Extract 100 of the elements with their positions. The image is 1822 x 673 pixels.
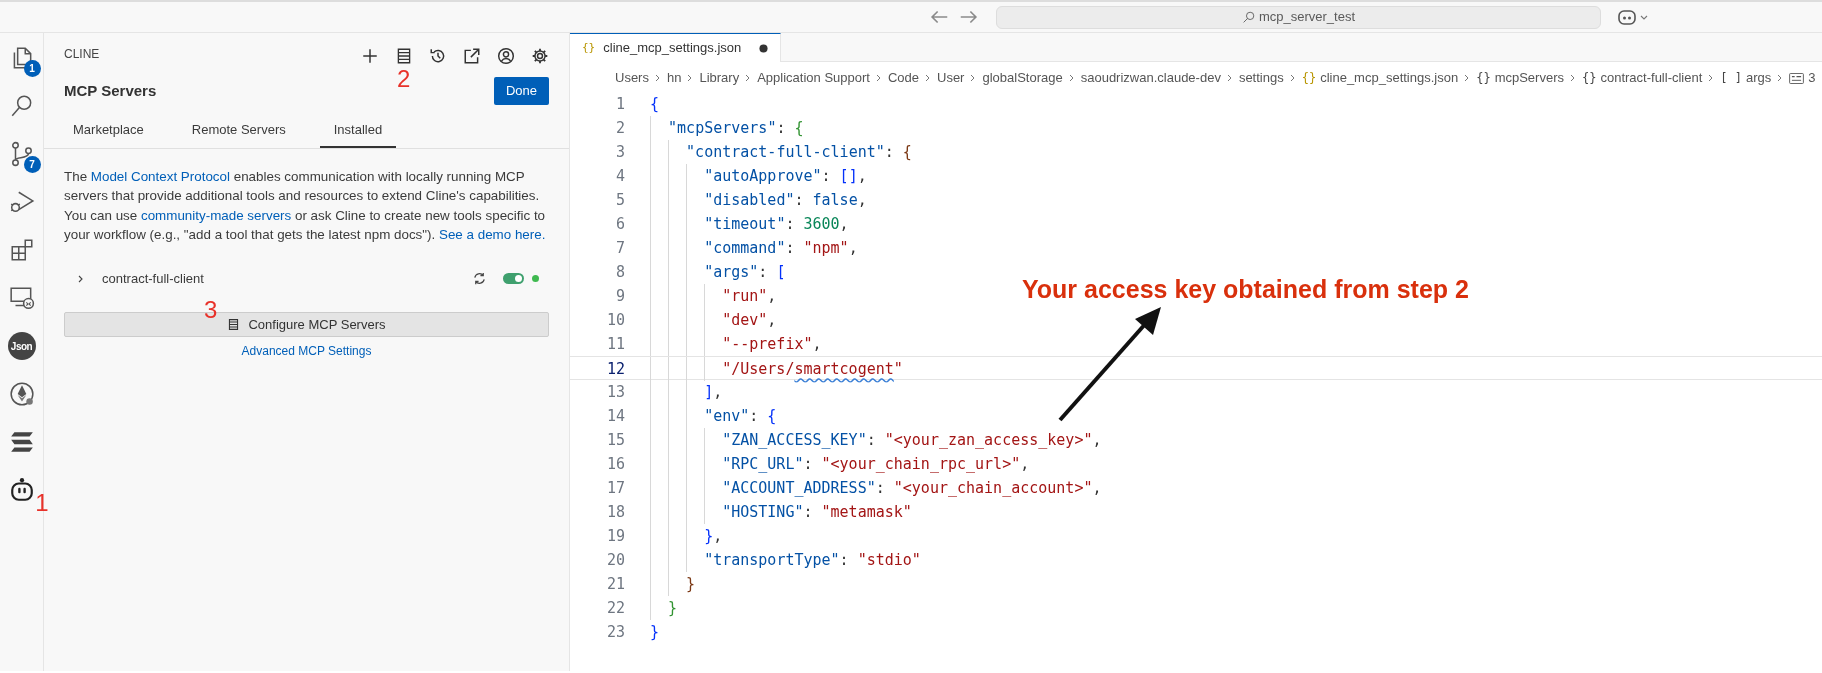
line-number: 18: [605, 502, 625, 523]
code-line: "contract-full-client": {: [650, 140, 912, 164]
remote-explorer-icon[interactable]: [8, 285, 35, 311]
notification-badge: 1: [23, 60, 41, 77]
advanced-settings-link[interactable]: Advanced MCP Settings: [241, 344, 372, 359]
line-number: 16: [605, 454, 625, 475]
stacked-bars-icon[interactable]: [8, 429, 35, 455]
panel-tab[interactable]: Installed: [319, 112, 397, 148]
settings-icon[interactable]: [531, 46, 549, 65]
extensions-icon[interactable]: [8, 237, 35, 263]
code-line: ],: [650, 380, 723, 404]
code-line: "command": "npm",: [650, 236, 858, 260]
json-icon[interactable]: Json: [7, 332, 36, 360]
command-center[interactable]: mcp_server_test: [996, 5, 1601, 29]
step-number: 2: [397, 67, 411, 91]
annotation-text: Your access key obtained from step 2: [1022, 274, 1469, 305]
breadcrumb-item[interactable]: [ ] args: [1720, 68, 1772, 88]
line-number: 13: [605, 382, 625, 403]
ethereum-icon[interactable]: [8, 381, 35, 407]
code-line: "env": {: [650, 404, 777, 428]
line-number: 15: [605, 430, 625, 451]
code-line: "ZAN_ACCESS_KEY": "<your_zan_access_key>",: [650, 428, 1102, 452]
run-debug-icon[interactable]: [8, 189, 35, 215]
json-file-icon: {}: [582, 39, 596, 57]
line-number: 4: [614, 166, 625, 187]
chevron-icon: [653, 74, 662, 82]
toggle-switch[interactable]: [503, 273, 524, 284]
plus-icon[interactable]: [361, 46, 379, 65]
breadcrumb-item[interactable]: Code: [887, 68, 919, 88]
code-line: "mcpServers": {: [650, 116, 804, 140]
line-number: 6: [614, 214, 625, 235]
line-number: 23: [605, 622, 625, 643]
code-line: "HOSTING": "metamask": [650, 500, 912, 524]
chevron-icon: [1569, 74, 1577, 82]
line-number: 21: [605, 574, 625, 595]
line-number: 12: [605, 359, 625, 379]
search-icon: [1241, 10, 1255, 24]
link[interactable]: Model Context Protocol: [90, 169, 230, 184]
breadcrumb-item[interactable]: Library: [699, 68, 740, 88]
server-stack-icon[interactable]: [395, 46, 413, 65]
breadcrumb-item[interactable]: saoudrizwan.claude-dev: [1080, 68, 1221, 88]
breadcrumb-item[interactable]: Users: [615, 68, 649, 88]
done-button[interactable]: Done: [493, 77, 549, 105]
line-number: 20: [605, 550, 625, 571]
panel-title: CLINE: [64, 46, 100, 63]
code-line: }: [650, 572, 696, 596]
line-number: 2: [614, 118, 625, 139]
notification-badge: 7: [23, 156, 41, 173]
server-name[interactable]: contract-full-client: [102, 268, 472, 289]
line-number: 8: [614, 262, 625, 283]
code-line: "dev",: [650, 308, 777, 332]
open-external-icon[interactable]: [463, 46, 481, 65]
chevron-icon: [1067, 74, 1076, 82]
chevron-icon: [1225, 74, 1234, 82]
code-line: "run",: [650, 284, 777, 308]
chevron-icon: [1288, 74, 1297, 82]
link[interactable]: See a demo here.: [438, 227, 546, 243]
code-line: }: [650, 596, 678, 620]
breadcrumb-item[interactable]: globalStorage: [982, 68, 1063, 88]
code-line: "ACCOUNT_ADDRESS": "<your_chain_account>",: [650, 476, 1102, 500]
panel-tab[interactable]: Marketplace: [59, 112, 158, 148]
breadcrumb-item[interactable]: 3: [1789, 68, 1816, 88]
breadcrumb-item[interactable]: {} cline_mcp_settings.json: [1301, 68, 1459, 88]
breadcrumb-item[interactable]: {} contract-full-client: [1582, 68, 1703, 88]
line-number: 19: [605, 526, 625, 547]
robot-icon[interactable]: [8, 477, 35, 503]
line-number: 22: [605, 598, 625, 619]
code-line: "RPC_URL": "<your_chain_rpc_url>",: [650, 452, 1030, 476]
code-line: }: [650, 622, 660, 643]
string-icon: [1789, 72, 1805, 84]
step-number: 1: [35, 491, 49, 515]
line-number: 5: [614, 190, 625, 211]
editor-tab[interactable]: {} cline_mcp_settings.json: [570, 33, 782, 62]
breadcrumb-item[interactable]: Application Support: [757, 68, 870, 88]
line-number: 11: [605, 334, 625, 355]
code-line: "args": [: [650, 260, 786, 284]
line-number: 1: [614, 94, 625, 115]
code-line: "autoApprove": [],: [650, 164, 867, 188]
chevron-icon: [924, 74, 932, 82]
chevron-icon: [874, 74, 883, 82]
code-line: {: [650, 94, 660, 115]
history-icon[interactable]: [429, 46, 447, 65]
code-line: "timeout": 3600,: [650, 212, 849, 236]
panel-tab[interactable]: Remote Servers: [177, 112, 300, 148]
link[interactable]: community-made servers: [140, 207, 292, 223]
breadcrumb-item[interactable]: User: [937, 68, 965, 88]
breadcrumb-item[interactable]: settings: [1238, 68, 1284, 88]
description-text: The Model Context Protocol enables communication with locally running MCP servers that provide additional tools and resources to extend Cline's capabilities. You can use community-made servers or ask Cline to create new tools specific to your workflow (e.g., "add a tool that gets the latest npm docs"). See a demo here.: [64, 168, 547, 245]
code-line: },: [650, 524, 723, 548]
breadcrumb-item[interactable]: hn: [666, 68, 682, 88]
line-number: 10: [605, 310, 625, 331]
line-number: 14: [605, 406, 625, 427]
code-line: "disabled": false,: [650, 188, 867, 212]
line-number: 7: [614, 238, 625, 259]
breadcrumb-item[interactable]: {} mcpServers: [1476, 68, 1564, 88]
refresh-icon[interactable]: [472, 271, 487, 286]
panel-heading: MCP Servers: [64, 80, 157, 101]
account-icon[interactable]: [497, 46, 515, 65]
line-number: 3: [614, 142, 625, 163]
code-line: "/Users/smartcogent": [650, 357, 903, 379]
